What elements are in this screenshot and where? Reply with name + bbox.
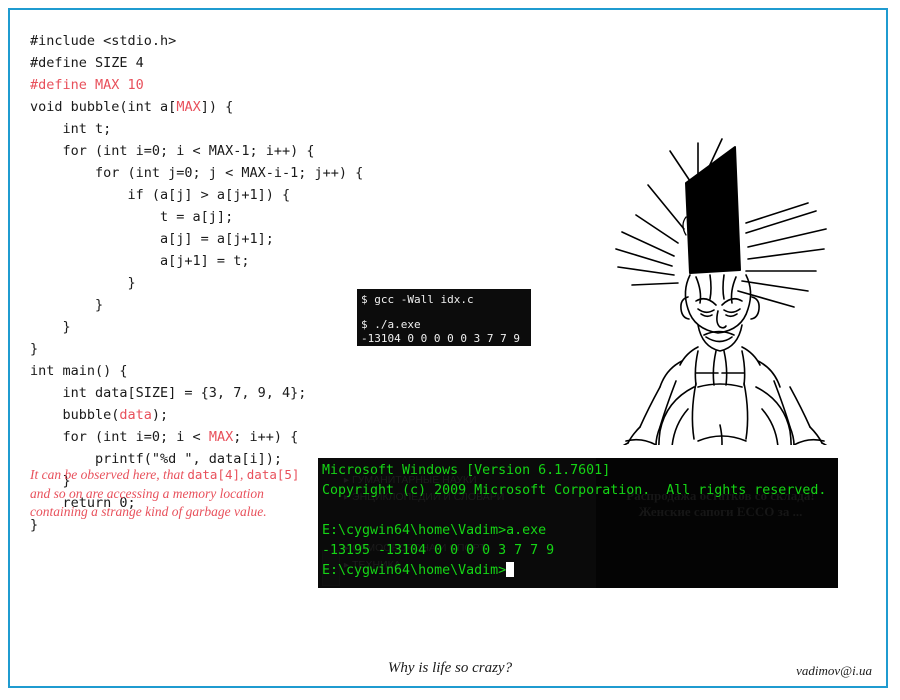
code-text: printf("%d ", data[i]); [30,451,282,467]
code-text: } [30,319,71,335]
terminal-line: $ ./a.exe [361,318,421,331]
code-text: int data[SIZE] = {3, 7, 9, 4}; [30,385,307,401]
console-prompt-line: E:\cygwin64\home\Vadim> [322,561,838,581]
code-text: } [30,275,136,291]
code-line: } [30,294,360,316]
code-line: #include <stdio.h> [30,30,360,52]
code-text: ; i++) { [233,429,299,445]
annotation-code-data5: data[5] [246,467,300,482]
console-line: Copyright (c) 2009 Microsoft Corporation… [322,483,827,498]
slide-caption: Why is life so crazy? [387,660,513,676]
code-text: int main() { [30,363,128,379]
slide-canvas: #include <stdio.h> #define SIZE 4 #define … [0,0,900,700]
code-line: bubble(data); [30,404,360,426]
code-text: void bubble(int a[ [30,99,177,115]
code-line: int main() { [30,360,360,382]
code-keyword: MAX [208,429,234,445]
windows-command-prompt[interactable]: ▸ ГУМАНИТАРНЫЕ НАУКИ ▸ ЭНЦИКЛОПЕДИИ И СЛ… [318,458,838,588]
console-prompt: E:\cygwin64\home\Vadim> [322,563,507,578]
code-line: int data[SIZE] = {3, 7, 9, 4}; [30,382,360,404]
code-text: for (int j=0; j < MAX-i-1; j++) { [30,165,364,181]
console-line: Microsoft Windows [Version 6.1.7601] [322,463,611,478]
code-line: #define MAX 10 [30,74,360,96]
code-text: } [30,297,104,313]
code-line: } [30,272,360,294]
console-cursor [506,562,515,577]
terminal-line: $ gcc -Wall idx.c [361,293,474,306]
terminal-line: -13104 0 0 0 0 0 3 7 7 9 [361,332,520,345]
code-text: ]) { [200,99,234,115]
code-line: for (int i=0; i < MAX-1; i++) { [30,140,360,162]
code-line: for (int i=0; i < MAX; i++) { [30,426,360,448]
code-keyword: data [119,407,152,423]
code-line: } [30,316,360,338]
code-text: ); [151,407,169,423]
code-text: a[j] = a[j+1]; [30,231,274,247]
code-listing: #include <stdio.h> #define SIZE 4 #define … [30,30,364,536]
console-line: E:\cygwin64\home\Vadim>a.exe [322,523,547,538]
code-text: #define SIZE 4 [30,55,144,71]
code-line: if (a[j] > a[j+1]) { [30,184,360,206]
annotation-part1: It can be observed here, that [30,467,188,482]
code-text: a[j+1] = t; [30,253,250,269]
code-text: #include <stdio.h> [30,33,177,49]
code-line: void bubble(int a[MAX]) { [30,96,360,118]
code-keyword: MAX [176,99,201,115]
code-text: for (int i=0; i < MAX-1; i++) { [30,143,315,159]
annotation-part3: and so on are accessing a memory locatio… [30,485,267,520]
illustration-man-with-bucket [570,125,880,445]
annotation-part2: , [240,467,247,482]
console-text: Microsoft Windows [Version 6.1.7601] Copy… [322,461,838,581]
code-text: bubble( [30,407,120,423]
code-keyword: #define MAX 10 [30,77,144,93]
code-line: a[j+1] = t; [30,250,360,272]
code-line: #define SIZE 4 [30,52,360,74]
author-signature: vadimov@i.ua [796,663,872,678]
code-line: } [30,338,360,360]
annotation-note: It can be observed here, that data[4], d… [30,466,305,522]
code-line: t = a[j]; [30,206,360,228]
code-text: for (int i=0; i < [30,429,209,445]
code-text: int t; [30,121,112,137]
console-line: -13195 -13104 0 0 0 0 3 7 7 9 [322,543,555,558]
code-line: int t; [30,118,360,140]
code-line: for (int j=0; j < MAX-i-1; j++) { [30,162,364,184]
code-text: t = a[j]; [30,209,234,225]
code-line: a[j] = a[j+1]; [30,228,360,250]
code-text: if (a[j] > a[j+1]) { [30,187,291,203]
bash-terminal-output: $ gcc -Wall idx.c $ ./a.exe -13104 0 0 0 … [357,289,531,346]
annotation-code-data4: data[4] [187,467,241,482]
code-text: } [30,341,39,357]
